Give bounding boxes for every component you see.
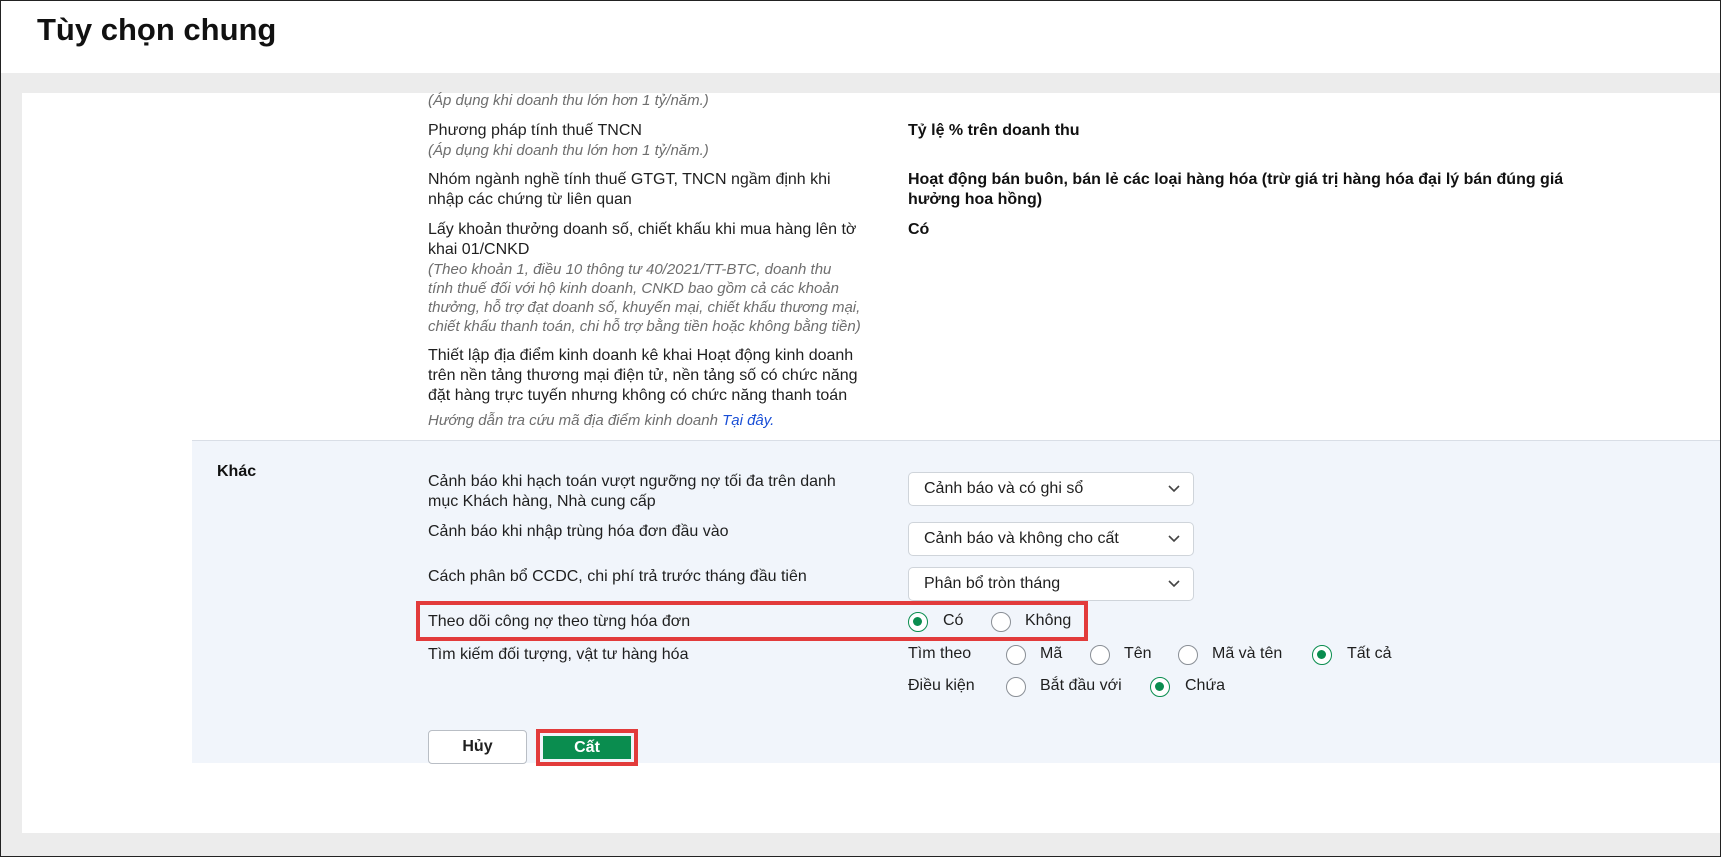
track-debt-label: Theo dõi công nợ theo từng hóa đơn [428, 613, 691, 630]
location-label-line2: trên nền tảng thương mại điện tử, nền tả… [428, 367, 858, 384]
industry-value-line2: hưởng hoa hồng) [908, 191, 1043, 208]
search-by-option-code: Mã [1040, 645, 1063, 662]
dup-invoice-label: Cảnh báo khi nhập trùng hóa đơn đầu vào [428, 523, 729, 540]
debt-warning-select[interactable]: Cảnh báo và có ghi sổ [908, 472, 1194, 506]
track-debt-radio-yes[interactable] [908, 612, 928, 632]
condition-radio-contains[interactable] [1150, 677, 1170, 697]
other-section-title: Khác [217, 463, 257, 480]
save-button[interactable]: Cất [543, 736, 631, 759]
search-by-option-name: Tên [1124, 645, 1152, 662]
track-debt-option-no: Không [1025, 612, 1072, 629]
search-by-option-all: Tất cả [1347, 645, 1392, 662]
pit-method-hint: (Áp dụng khi doanh thu lớn hơn 1 tỷ/năm.… [428, 142, 709, 159]
location-hint: Hướng dẫn tra cứu mã địa điểm kinh doanh… [428, 411, 774, 430]
condition-option-contains: Chứa [1185, 677, 1226, 694]
debt-warning-label-line1: Cảnh báo khi hạch toán vượt ngưỡng nợ tố… [428, 473, 836, 490]
ccdc-select[interactable]: Phân bổ tròn tháng [908, 567, 1194, 601]
condition-label: Điều kiện [908, 677, 975, 694]
condition-radio-starts-with[interactable] [1006, 677, 1026, 697]
condition-option-starts-with: Bắt đầu với [1040, 677, 1122, 694]
bonus-label-line2: khai 01/CNKD [428, 241, 530, 258]
bonus-label-line1: Lấy khoản thưởng doanh số, chiết khấu kh… [428, 221, 857, 238]
location-hint-text: Hướng dẫn tra cứu mã địa điểm kinh doanh [428, 412, 723, 429]
industry-label-line2: nhập các chứng từ liên quan [428, 191, 632, 208]
turnover-hint: (Áp dụng khi doanh thu lớn hơn 1 tỷ/năm.… [428, 92, 709, 109]
page-title: Tùy chọn chung [37, 12, 277, 47]
debt-warning-label-line2: mục Khách hàng, Nhà cung cấp [428, 493, 656, 510]
chevron-down-icon [1168, 580, 1180, 588]
search-label: Tìm kiếm đối tượng, vật tư hàng hóa [428, 646, 689, 663]
debt-warning-select-value: Cảnh báo và có ghi sổ [924, 480, 1084, 497]
pit-method-value: Tỷ lệ % trên doanh thu [908, 122, 1080, 139]
search-by-radio-code-name[interactable] [1178, 645, 1198, 665]
bonus-hint-line2: tính thuế đối với hộ kinh doanh, CNKD ba… [428, 280, 839, 297]
location-label-line3: đặt hàng trực tuyến nhưng không có chức … [428, 387, 848, 404]
search-by-radio-all[interactable] [1312, 645, 1332, 665]
search-by-radio-code[interactable] [1006, 645, 1026, 665]
bonus-hint-line3: thưởng, hỗ trợ đạt doanh số, khuyến mại,… [428, 299, 861, 316]
track-debt-radio-no[interactable] [991, 612, 1011, 632]
ccdc-select-value: Phân bổ tròn tháng [924, 575, 1061, 592]
cancel-button[interactable]: Hủy [428, 730, 527, 764]
industry-label-line1: Nhóm ngành nghề tính thuế GTGT, TNCN ngầ… [428, 171, 831, 188]
pit-method-label: Phương pháp tính thuế TNCN [428, 122, 642, 139]
location-help-link[interactable]: Tại đây. [722, 412, 774, 429]
chevron-down-icon [1168, 485, 1180, 493]
save-button-highlight: Cất [536, 729, 638, 766]
track-debt-option-yes: Có [943, 612, 964, 629]
bonus-hint-line1: (Theo khoản 1, điều 10 thông tư 40/2021/… [428, 261, 832, 278]
dup-invoice-select[interactable]: Cảnh báo và không cho cất [908, 522, 1194, 556]
bonus-value: Có [908, 221, 930, 238]
industry-value-line1: Hoạt động bán buôn, bán lẻ các loại hàng… [908, 171, 1564, 188]
bonus-hint-line4: chiết khấu thanh toán, chi hỗ trợ bằng t… [428, 318, 861, 335]
header-bar: Tùy chọn chung [1, 1, 1720, 73]
dup-invoice-select-value: Cảnh báo và không cho cất [924, 530, 1119, 547]
search-by-option-code-name: Mã và tên [1212, 645, 1283, 662]
search-by-label: Tìm theo [908, 645, 972, 662]
window: Tùy chọn chung (Áp dụng khi doanh thu lớ… [0, 0, 1721, 857]
search-by-radio-name[interactable] [1090, 645, 1110, 665]
ccdc-label: Cách phân bổ CCDC, chi phí trả trước thá… [428, 568, 807, 585]
location-label-line1: Thiết lập địa điểm kinh doanh kê khai Ho… [428, 347, 854, 364]
chevron-down-icon [1168, 535, 1180, 543]
